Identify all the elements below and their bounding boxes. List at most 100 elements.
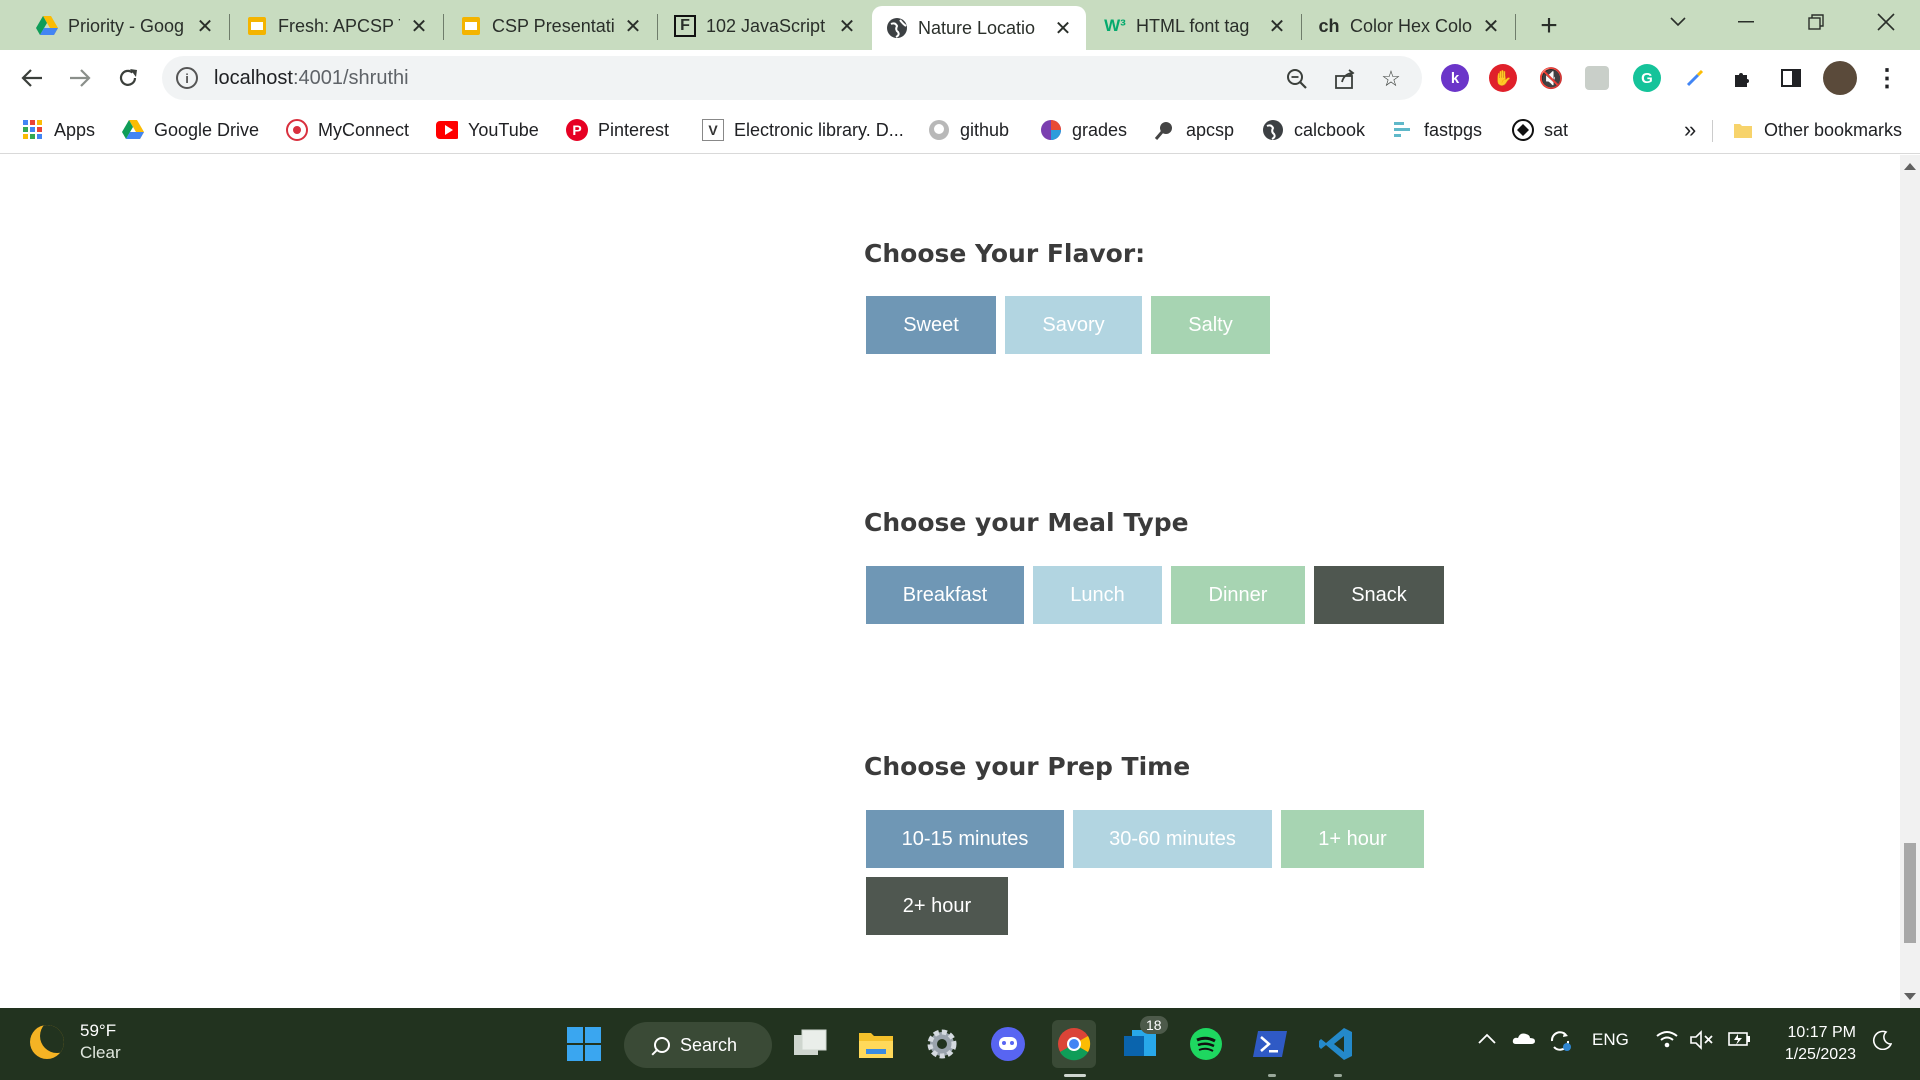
site-info-icon[interactable]: i bbox=[176, 67, 198, 89]
search-icon bbox=[654, 1037, 670, 1053]
bookmark-grades[interactable]: grades bbox=[1040, 116, 1127, 144]
bookmark-google-drive[interactable]: Google Drive bbox=[122, 116, 259, 144]
other-bookmarks-folder[interactable]: Other bookmarks bbox=[1732, 116, 1902, 144]
color-picker-icon[interactable] bbox=[1681, 64, 1709, 92]
reload-icon[interactable] bbox=[108, 58, 148, 98]
close-icon[interactable]: ✕ bbox=[1480, 15, 1502, 38]
restore-icon[interactable] bbox=[1786, 6, 1846, 38]
weather-widget[interactable]: 59°F Clear bbox=[30, 1020, 121, 1064]
system-clock[interactable]: 10:17 PM 1/25/2023 bbox=[1770, 1022, 1856, 1066]
scroll-down-arrow-icon[interactable] bbox=[1904, 993, 1916, 1000]
close-icon[interactable]: ✕ bbox=[622, 15, 644, 38]
puzzle-extension-icon[interactable] bbox=[1585, 66, 1609, 90]
tab-priority[interactable]: Priority - Goog ✕ bbox=[22, 6, 228, 46]
tab-102-javascript[interactable]: F 102 JavaScript ✕ bbox=[660, 6, 870, 46]
address-bar[interactable]: i localhost:4001/shruthi ☆ bbox=[162, 56, 1422, 100]
minimize-icon[interactable] bbox=[1716, 6, 1776, 38]
close-icon[interactable]: ✕ bbox=[1052, 17, 1074, 40]
scroll-up-arrow-icon[interactable] bbox=[1904, 163, 1916, 170]
page-scrollbar[interactable] bbox=[1900, 155, 1920, 1008]
language-indicator[interactable]: ENG bbox=[1592, 1030, 1629, 1050]
onedrive-icon[interactable] bbox=[1512, 1030, 1536, 1051]
vscode-icon[interactable] bbox=[1316, 1024, 1356, 1064]
close-icon[interactable]: ✕ bbox=[836, 15, 858, 38]
flavor-section: Choose Your Flavor: bbox=[864, 239, 1145, 268]
spotify-icon[interactable] bbox=[1186, 1024, 1226, 1064]
bookmark-apps[interactable]: Apps bbox=[22, 116, 95, 144]
task-view-icon[interactable] bbox=[790, 1024, 830, 1064]
google-drive-icon bbox=[36, 15, 58, 37]
tab-search-icon[interactable] bbox=[1648, 6, 1708, 38]
prep-1-hour-button[interactable]: 1+ hour bbox=[1281, 810, 1424, 868]
windows-start-icon[interactable] bbox=[564, 1024, 604, 1064]
bookmark-fastpgs[interactable]: fastpgs bbox=[1392, 116, 1482, 144]
weather-temperature: 59°F bbox=[80, 1021, 117, 1040]
globe-icon bbox=[1262, 119, 1284, 141]
tab-html-font-tag[interactable]: W³ HTML font tag ✕ bbox=[1090, 6, 1300, 46]
wifi-icon[interactable] bbox=[1656, 1030, 1678, 1053]
sync-icon[interactable] bbox=[1548, 1030, 1572, 1057]
youtube-icon bbox=[436, 119, 458, 141]
tab-color-hex[interactable]: ch Color Hex Colo ✕ bbox=[1304, 6, 1514, 46]
outlook-icon[interactable]: 18 bbox=[1120, 1016, 1168, 1064]
github-icon bbox=[928, 119, 950, 141]
side-panel-icon[interactable] bbox=[1777, 64, 1805, 92]
show-hidden-icons-chevron-icon[interactable] bbox=[1478, 1030, 1496, 1050]
share-icon[interactable] bbox=[1332, 66, 1358, 92]
notifications-moon-icon[interactable] bbox=[1872, 1030, 1893, 1055]
battery-charging-icon[interactable] bbox=[1726, 1030, 1752, 1053]
bookmark-pinterest[interactable]: P Pinterest bbox=[566, 116, 669, 144]
mute-extension-icon[interactable]: 🔇 bbox=[1537, 64, 1565, 92]
close-icon[interactable]: ✕ bbox=[194, 15, 216, 38]
bookmark-youtube[interactable]: YouTube bbox=[436, 116, 539, 144]
bookmark-sat[interactable]: sat bbox=[1512, 116, 1568, 144]
forward-arrow-icon[interactable] bbox=[60, 58, 100, 98]
pinterest-icon: P bbox=[566, 119, 588, 141]
google-drive-icon bbox=[122, 119, 144, 141]
window-close-icon[interactable] bbox=[1856, 6, 1916, 38]
scrollbar-thumb[interactable] bbox=[1904, 843, 1916, 943]
meal-snack-button[interactable]: Snack bbox=[1314, 566, 1444, 624]
tab-nature-locations[interactable]: Nature Locatio ✕ bbox=[872, 6, 1086, 50]
zoom-icon[interactable] bbox=[1284, 66, 1310, 92]
new-tab-button[interactable]: + bbox=[1532, 9, 1566, 42]
powershell-icon[interactable] bbox=[1250, 1024, 1290, 1064]
profile-avatar[interactable] bbox=[1823, 61, 1857, 95]
discord-icon[interactable] bbox=[988, 1024, 1028, 1064]
chrome-icon[interactable] bbox=[1052, 1020, 1096, 1068]
bookmark-star-icon[interactable]: ☆ bbox=[1378, 66, 1404, 92]
menu-kebab-icon[interactable]: ⋮ bbox=[1873, 64, 1901, 92]
grammarly-icon[interactable]: G bbox=[1633, 64, 1661, 92]
flavor-savory-button[interactable]: Savory bbox=[1005, 296, 1142, 354]
bookmark-myconnect[interactable]: MyConnect bbox=[286, 116, 409, 144]
adblock-icon[interactable]: ✋ bbox=[1489, 64, 1517, 92]
meal-lunch-button[interactable]: Lunch bbox=[1033, 566, 1162, 624]
bookmark-apcsp[interactable]: apcsp bbox=[1154, 116, 1234, 144]
grades-icon bbox=[1040, 119, 1062, 141]
f-icon: F bbox=[674, 15, 696, 37]
prep-10-15-button[interactable]: 10-15 minutes bbox=[866, 810, 1064, 868]
close-icon[interactable]: ✕ bbox=[408, 15, 430, 38]
tab-csp-presentation[interactable]: CSP Presentati ✕ bbox=[446, 6, 656, 46]
bookmark-calcbook[interactable]: calcbook bbox=[1262, 116, 1365, 144]
bookmark-electronic-library[interactable]: V Electronic library. D... bbox=[702, 116, 904, 144]
back-arrow-icon[interactable] bbox=[12, 58, 52, 98]
close-icon[interactable]: ✕ bbox=[1266, 15, 1288, 38]
taskbar-search[interactable]: Search bbox=[624, 1022, 772, 1068]
file-explorer-icon[interactable] bbox=[856, 1024, 896, 1064]
prep-30-60-button[interactable]: 30-60 minutes bbox=[1073, 810, 1272, 868]
meal-breakfast-button[interactable]: Breakfast bbox=[866, 566, 1024, 624]
bookmarks-overflow-button[interactable]: » bbox=[1684, 116, 1696, 144]
prep-2-hour-button[interactable]: 2+ hour bbox=[866, 877, 1008, 935]
k-extension-icon[interactable]: k bbox=[1441, 64, 1469, 92]
flavor-sweet-button[interactable]: Sweet bbox=[866, 296, 996, 354]
v-icon: V bbox=[702, 119, 724, 141]
flavor-salty-button[interactable]: Salty bbox=[1151, 296, 1270, 354]
extensions-icon[interactable] bbox=[1729, 64, 1757, 92]
settings-gear-icon[interactable] bbox=[922, 1024, 962, 1064]
meal-dinner-button[interactable]: Dinner bbox=[1171, 566, 1305, 624]
bookmark-github[interactable]: github bbox=[928, 116, 1009, 144]
tab-strip: Priority - Goog ✕ Fresh: APCSP T ✕ CSP P… bbox=[0, 0, 1920, 50]
tab-fresh-apcsp[interactable]: Fresh: APCSP T ✕ bbox=[232, 6, 442, 46]
speaker-muted-icon[interactable] bbox=[1690, 1030, 1714, 1055]
